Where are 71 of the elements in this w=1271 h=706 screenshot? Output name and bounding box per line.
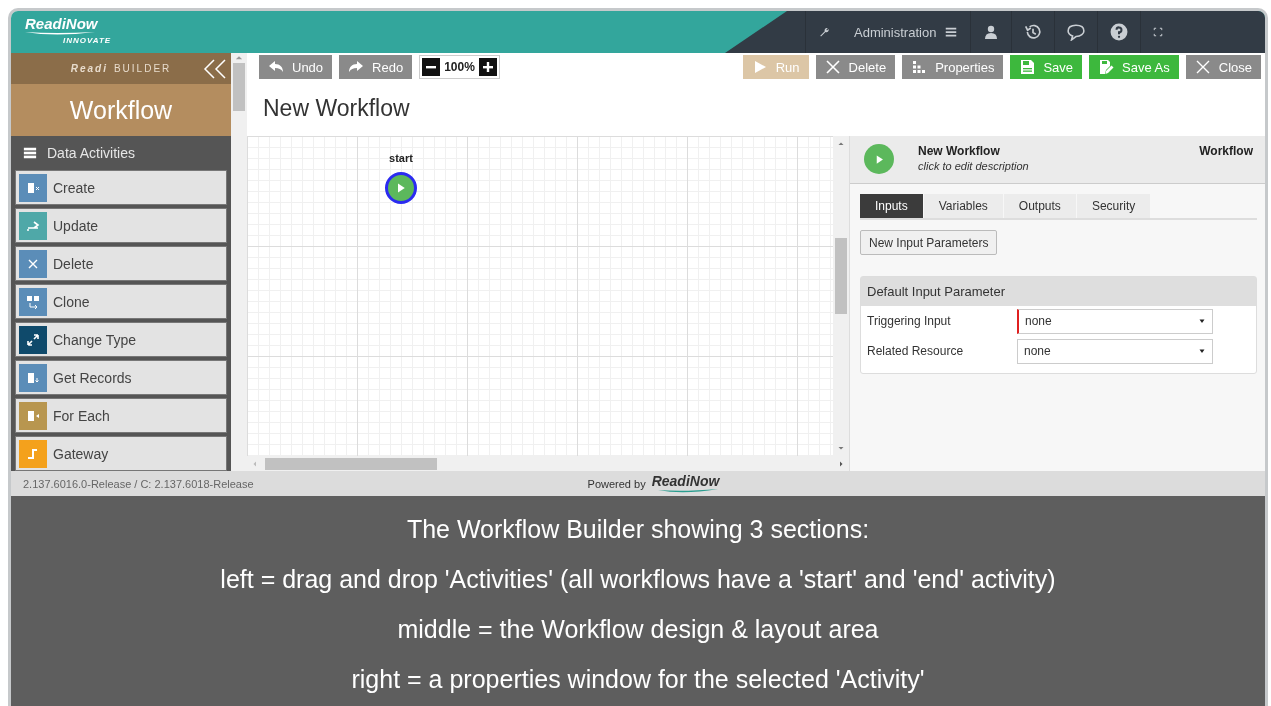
tab[interactable]: Outputs — [1003, 194, 1076, 218]
version-text: 2.137.6016.0-Release / C: 2.137.6018-Release — [23, 477, 254, 490]
chat-icon — [1067, 23, 1086, 41]
scroll-down-icon — [837, 444, 845, 452]
activity-item[interactable]: Clone — [15, 284, 227, 319]
new-parameters-button[interactable]: New Input Parameters — [860, 230, 998, 255]
logo-text: ReadiNow — [25, 16, 98, 32]
dropdown-field[interactable]: none — [1017, 308, 1213, 334]
activity-item[interactable]: Delete — [15, 246, 227, 281]
close-icon — [1194, 59, 1211, 75]
bar-chart-icon — [911, 59, 928, 75]
panel-heading: Default Input Parameter — [861, 277, 1256, 306]
administration-menu[interactable]: Administration — [842, 11, 971, 53]
builder-title: Workflow — [11, 83, 231, 137]
tab[interactable]: Variables — [923, 194, 1003, 218]
scroll-thumb[interactable] — [233, 63, 245, 111]
save-icon — [1019, 59, 1036, 75]
play-icon — [395, 182, 407, 194]
activity-item[interactable]: Change Type — [15, 322, 227, 357]
caption-line: middle = the Workflow design & layout area — [397, 614, 879, 644]
activity-item[interactable]: Update — [15, 208, 227, 243]
node-label: start — [389, 152, 413, 164]
tab[interactable]: Inputs — [860, 194, 923, 218]
zoom-level: 100% — [444, 60, 475, 74]
fullscreen-icon — [1153, 27, 1164, 37]
activity-item[interactable]: Get Records — [15, 360, 227, 395]
copy-icon — [25, 293, 41, 310]
brand-suffix: BUILDER — [113, 62, 172, 74]
activity-item[interactable]: Gateway — [15, 436, 227, 471]
zoom-out-icon[interactable] — [422, 58, 441, 76]
list-icon — [23, 146, 37, 161]
scroll-right-icon — [837, 459, 845, 468]
user-icon — [983, 24, 1000, 40]
resize-icon — [25, 331, 41, 348]
collapse-icon[interactable] — [203, 59, 227, 79]
footer-logo: ReadiNow — [651, 473, 720, 489]
activity-group-header[interactable]: Data Activities — [11, 136, 231, 170]
caption-line: The Workflow Builder showing 3 sections: — [406, 514, 870, 544]
help-icon — [1110, 23, 1129, 41]
scroll-thumb[interactable] — [265, 457, 437, 470]
scroll-left-icon — [251, 459, 259, 468]
field-label: Related Resource — [867, 344, 965, 358]
design-canvas[interactable]: start — [247, 136, 833, 456]
description-link[interactable]: click to edit description — [918, 160, 1176, 172]
field-label: Triggering Input — [867, 314, 952, 328]
activity-item[interactable]: For Each — [15, 398, 227, 433]
zoom-in-icon[interactable] — [478, 58, 497, 76]
caption-line: left = drag and drop 'Activities' (all workflows have a 'start' and 'end' activity) — [220, 564, 1056, 594]
brand-prefix: Readi — [70, 62, 108, 74]
tab[interactable]: Security — [1076, 194, 1151, 218]
caption-line: right = a properties window for the selected 'Activity' — [351, 664, 925, 694]
activity-type: Workflow — [1199, 144, 1253, 158]
activity-item[interactable]: Create — [15, 170, 227, 205]
logo-tagline: INNOVATE — [63, 36, 112, 45]
wrench-icon — [818, 26, 830, 38]
caret-icon — [1198, 317, 1206, 325]
horizontal-scrollbar[interactable] — [247, 456, 849, 471]
activity-name[interactable]: New Workflow — [918, 144, 1176, 158]
menu-icon — [944, 25, 959, 39]
powered-by-text: Powered by — [587, 477, 646, 490]
scroll-thumb[interactable] — [835, 238, 847, 314]
history-icon — [1024, 23, 1043, 41]
start-node[interactable] — [385, 172, 417, 204]
caret-icon — [1198, 347, 1206, 355]
scrollbar[interactable] — [833, 136, 849, 456]
close-icon — [824, 59, 841, 75]
scrollbar[interactable] — [231, 53, 247, 471]
edit-icon — [1098, 59, 1115, 75]
scroll-up-icon — [837, 140, 845, 148]
dropdown-field[interactable]: none — [1017, 338, 1213, 364]
workflow-title: New Workflow — [262, 94, 411, 123]
